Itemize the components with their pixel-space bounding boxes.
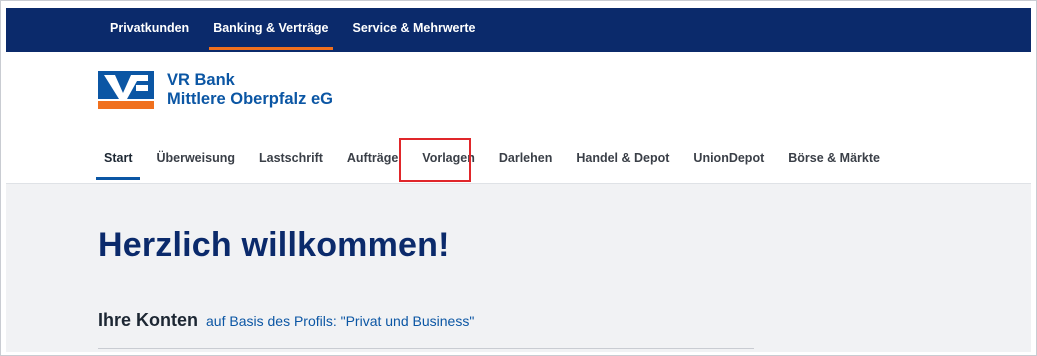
accounts-profile-subtitle: auf Basis des Profils: "Privat und Busin… [206,313,475,329]
tab-uniondepot[interactable]: UnionDepot [681,144,776,182]
top-navigation: Privatkunden Banking & Verträge Service … [98,8,488,52]
accounts-title: Ihre Konten [98,310,199,330]
tab-boerse-maerkte[interactable]: Börse & Märkte [776,144,892,182]
tab-vorlagen[interactable]: Vorlagen [410,144,487,182]
tab-ueberweisung[interactable]: Überweisung [144,144,247,182]
main-navigation: Start Überweisung Lastschrift Aufträge V… [92,144,892,182]
topnav-item-privatkunden[interactable]: Privatkunden [98,8,201,52]
top-bar: Privatkunden Banking & Verträge Service … [6,8,1031,52]
topnav-item-service-mehrwerte[interactable]: Service & Mehrwerte [341,8,488,52]
tab-start[interactable]: Start [92,144,144,182]
tab-auftraege[interactable]: Aufträge [335,144,410,182]
page-title: Herzlich willkommen! [98,226,450,264]
topnav-item-banking-vertraege[interactable]: Banking & Verträge [201,8,340,52]
tab-handel-depot[interactable]: Handel & Depot [564,144,681,182]
accounts-heading: Ihre Konten auf Basis des Profils: "Priv… [98,310,474,331]
bank-name[interactable]: VR Bank Mittlere Oberpfalz eG [167,71,333,109]
tab-lastschrift[interactable]: Lastschrift [247,144,335,182]
bank-name-line2: Mittlere Oberpfalz eG [167,90,333,108]
tab-darlehen[interactable]: Darlehen [487,144,565,182]
bank-name-line1: VR Bank [167,71,235,89]
volksbank-logo-icon[interactable] [98,71,154,109]
accounts-divider [98,348,754,349]
